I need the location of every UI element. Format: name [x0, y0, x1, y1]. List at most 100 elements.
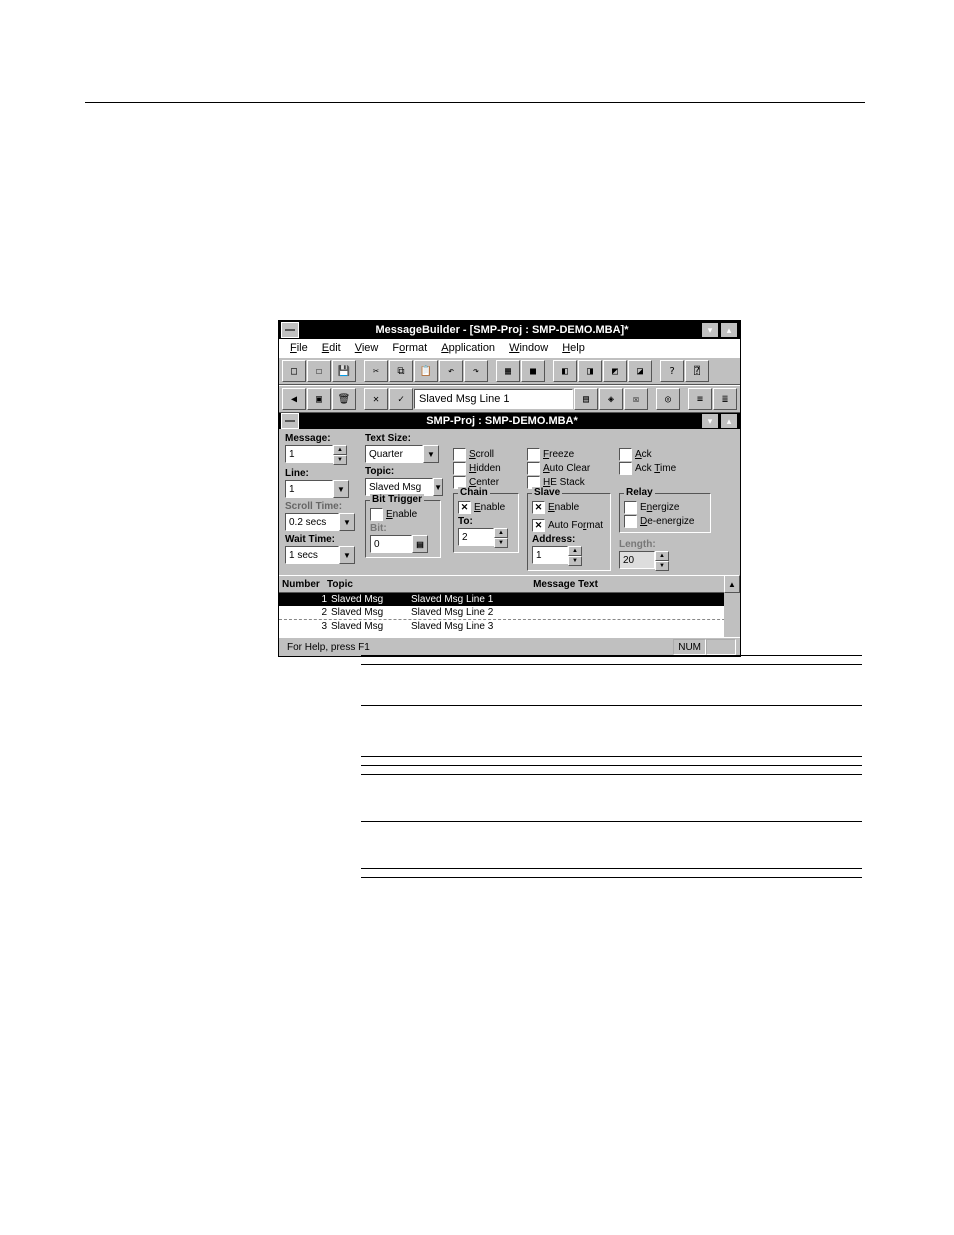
scroll-time-combo-button[interactable]: ▼	[339, 513, 355, 531]
description-table	[361, 655, 862, 878]
address-spin-up[interactable]: ▲	[568, 546, 582, 556]
save-icon[interactable]: 💾	[332, 360, 356, 382]
cut-icon[interactable]: ✂	[364, 360, 388, 382]
fmt-icon-b[interactable]: ◈	[599, 388, 623, 410]
help-icon[interactable]: ?	[660, 360, 684, 382]
menu-file[interactable]: File	[283, 342, 315, 354]
list-item[interactable]: 1 Slaved Msg Slaved Msg Line 1	[279, 593, 740, 606]
delete-record-icon[interactable]: 🗑	[332, 388, 356, 410]
chain-to-input[interactable]: 2	[458, 528, 494, 546]
insert-icon-b[interactable]: ▣	[307, 388, 331, 410]
address-input[interactable]: 1	[532, 546, 568, 564]
ack-checkbox[interactable]: Ack	[619, 447, 709, 461]
message-list[interactable]: 1 Slaved Msg Slaved Msg Line 1 2 Slaved …	[279, 593, 740, 637]
doc-system-menu-icon[interactable]	[281, 413, 299, 429]
freeze-checkbox[interactable]: Freeze	[527, 447, 609, 461]
address-spin-down[interactable]: ▼	[568, 556, 582, 566]
menu-window[interactable]: Window	[502, 342, 555, 354]
list-item[interactable]: 3 Slaved Msg Slaved Msg Line 3	[279, 619, 740, 633]
chain-group: Chain ✕ Enable To: 2 ▲ ▼	[453, 493, 519, 553]
hdr-topic: Topic	[327, 579, 407, 590]
menu-application[interactable]: Application	[434, 342, 502, 354]
doc-minimize-button[interactable]: ▾	[701, 413, 719, 429]
list-scroll-up-button[interactable]: ▲	[724, 575, 740, 593]
redo-icon[interactable]: ↷	[464, 360, 488, 382]
context-help-icon[interactable]: ⍰	[685, 360, 709, 382]
format-toolbar: ◀ ▣ 🗑 ✕ ✓ Slaved Msg Line 1 ▤ ◈ ☒ ◎ ≡ ≣	[279, 385, 740, 413]
fmt-icon-a[interactable]: ▤	[574, 388, 598, 410]
accept-icon[interactable]: ✓	[389, 388, 413, 410]
new-icon[interactable]: □	[282, 360, 306, 382]
message-text-field[interactable]: Slaved Msg Line 1	[414, 389, 573, 409]
message-spin-up[interactable]: ▲	[333, 445, 347, 455]
document-title-bar: SMP-Proj : SMP-DEMO.MBA* ▾ ▴	[279, 413, 740, 429]
length-input: 20	[619, 551, 655, 569]
tool-icon-a[interactable]: ▦	[496, 360, 520, 382]
cancel-icon[interactable]: ✕	[364, 388, 388, 410]
paste-icon[interactable]: 📋	[414, 360, 438, 382]
wait-time-combo-button[interactable]: ▼	[339, 546, 355, 564]
tool-icon-e[interactable]: ◩	[603, 360, 627, 382]
text-size-combo-button[interactable]: ▼	[423, 445, 439, 463]
bit-trigger-enable-checkbox[interactable]: Enable	[370, 507, 436, 521]
chain-to-spin-up[interactable]: ▲	[494, 528, 508, 538]
list-item[interactable]: 2 Slaved Msg Slaved Msg Line 2	[279, 606, 740, 619]
minimize-button[interactable]: ▾	[701, 322, 719, 338]
topic-combo-button[interactable]: ▼	[433, 478, 443, 496]
length-spin-down[interactable]: ▼	[655, 561, 669, 571]
align-center-icon[interactable]: ≣	[713, 388, 737, 410]
list-scrollbar[interactable]	[724, 593, 740, 637]
copy-icon[interactable]: ⧉	[389, 360, 413, 382]
relay-deenergize-checkbox[interactable]: De-energize	[624, 514, 706, 528]
open-icon[interactable]: ☐	[307, 360, 331, 382]
hidden-checkbox[interactable]: Hidden	[453, 461, 517, 475]
menu-bar: File Edit View Format Application Window…	[279, 339, 740, 357]
wait-time-input[interactable]: 1 secs	[285, 546, 339, 564]
scroll-time-label: Scroll Time:	[285, 501, 355, 512]
ack-time-checkbox[interactable]: Ack Time	[619, 461, 709, 475]
tool-icon-c[interactable]: ◧	[553, 360, 577, 382]
length-spin-up[interactable]: ▲	[655, 551, 669, 561]
text-size-combo[interactable]: Quarter	[365, 445, 423, 463]
menu-view[interactable]: View	[348, 342, 386, 354]
relay-group: Relay Energize De-energize	[619, 493, 711, 533]
message-table: Message: 1 ▲ ▼ Line: 1 ▼ Scroll Time:	[279, 429, 740, 575]
chain-to-label: To:	[458, 516, 514, 527]
bit-browse-button[interactable]: ▤	[412, 535, 428, 553]
tool-icon-f[interactable]: ◪	[628, 360, 652, 382]
message-spin-down[interactable]: ▼	[333, 455, 347, 465]
message-input[interactable]: 1	[285, 445, 333, 463]
slave-enable-checkbox[interactable]: ✕ Enable	[532, 500, 606, 514]
bit-input[interactable]: 0	[370, 535, 412, 553]
chain-enable-checkbox[interactable]: ✕ Enable	[458, 500, 514, 514]
relay-label: Relay	[624, 487, 655, 498]
chain-to-spin-down[interactable]: ▼	[494, 538, 508, 548]
maximize-button[interactable]: ▴	[720, 322, 738, 338]
insert-icon-a[interactable]: ◀	[282, 388, 306, 410]
page-divider	[85, 102, 865, 103]
status-num-lock: NUM	[673, 639, 706, 655]
menu-format[interactable]: Format	[385, 342, 434, 354]
align-left-icon[interactable]: ≡	[688, 388, 712, 410]
fmt-icon-c[interactable]: ☒	[624, 388, 648, 410]
menu-edit[interactable]: Edit	[315, 342, 348, 354]
doc-maximize-button[interactable]: ▴	[720, 413, 738, 429]
auto-clear-checkbox[interactable]: Auto Clear	[527, 461, 609, 475]
tool-icon-b[interactable]: ■	[521, 360, 545, 382]
scroll-checkbox[interactable]: Scroll	[453, 447, 517, 461]
scroll-time-input[interactable]: 0.2 secs	[285, 513, 339, 531]
messagebuilder-window: MessageBuilder - [SMP-Proj : SMP-DEMO.MB…	[278, 320, 741, 657]
wait-time-label: Wait Time:	[285, 534, 355, 545]
undo-icon[interactable]: ↶	[439, 360, 463, 382]
fmt-icon-d[interactable]: ◎	[656, 388, 680, 410]
menu-help[interactable]: Help	[555, 342, 592, 354]
status-pane	[706, 639, 736, 655]
line-combo-button[interactable]: ▼	[333, 480, 349, 498]
line-input[interactable]: 1	[285, 480, 333, 498]
bit-trigger-group: Bit Trigger Enable Bit: 0 ▤	[365, 500, 441, 558]
relay-energize-checkbox[interactable]: Energize	[624, 500, 706, 514]
standard-toolbar: □ ☐ 💾 ✂ ⧉ 📋 ↶ ↷ ▦ ■ ◧ ◨ ◩ ◪ ? ⍰	[279, 357, 740, 385]
auto-format-checkbox[interactable]: ✕ Auto Format	[532, 518, 606, 532]
system-menu-icon[interactable]	[281, 322, 299, 338]
tool-icon-d[interactable]: ◨	[578, 360, 602, 382]
